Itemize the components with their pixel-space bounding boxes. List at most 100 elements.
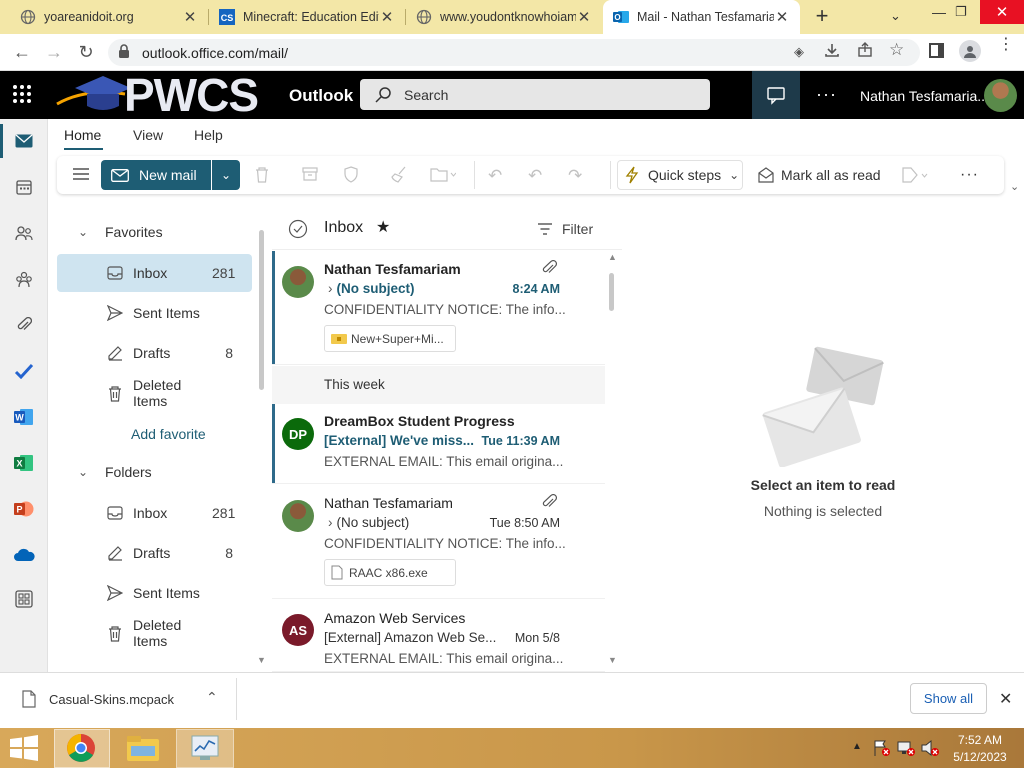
scroll-up-arrow-icon[interactable]: ▲	[608, 252, 617, 262]
window-close-icon[interactable]: ✕	[980, 0, 1024, 24]
select-all-check-icon[interactable]	[288, 219, 308, 242]
message-item[interactable]: Nathan Tesfamariam › (No subject) 8:24 AM…	[272, 251, 605, 365]
folder-inbox[interactable]: Inbox 281	[57, 494, 252, 532]
windows-start-icon[interactable]	[10, 735, 38, 764]
browser-menu-icon[interactable]: ⋮	[998, 37, 1014, 53]
attachment-chip[interactable]: New+Super+Mi...	[324, 325, 456, 352]
attachment-icon[interactable]	[0, 310, 48, 340]
mail-icon[interactable]	[0, 126, 48, 156]
extension-icon[interactable]: ◈	[794, 44, 804, 60]
message-item[interactable]: DP DreamBox Student Progress [External] …	[272, 404, 605, 484]
download-options-chevron-icon[interactable]: ⌃	[206, 689, 218, 706]
message-item[interactable]: Nathan Tesfamariam › (No subject) Tue 8:5…	[272, 485, 605, 599]
quick-steps-button[interactable]: Quick steps ⌄	[617, 160, 743, 190]
more-options-icon[interactable]: ···	[816, 84, 837, 105]
app-launcher-icon[interactable]	[12, 84, 32, 107]
tab-search-chevron-icon[interactable]: ⌄	[890, 8, 901, 24]
delete-icon[interactable]	[254, 166, 270, 187]
folder-sent-items[interactable]: Sent Items	[57, 574, 252, 612]
tab-view[interactable]: View	[133, 127, 163, 143]
action-center-flag-icon[interactable]	[873, 739, 891, 760]
folder-deleted-items[interactable]: Deleted Items	[57, 614, 252, 652]
favorite-sent-items[interactable]: Sent Items	[57, 294, 252, 332]
favorite-inbox[interactable]: Inbox 281	[57, 254, 252, 292]
network-icon[interactable]	[897, 739, 915, 760]
new-tab-plus-icon[interactable]: +	[812, 5, 832, 27]
graduation-cap-logo-icon[interactable]	[55, 74, 133, 119]
forward-arrow-icon[interactable]: →	[40, 38, 68, 66]
onedrive-icon[interactable]	[0, 540, 48, 570]
app-name[interactable]: Outlook	[289, 86, 353, 106]
close-tab-icon[interactable]: ✕	[576, 8, 592, 26]
reply-icon[interactable]: ↶	[488, 166, 502, 186]
forward-icon[interactable]: ↷	[568, 166, 582, 186]
folders-header[interactable]: ⌄ Folders	[78, 464, 152, 480]
user-avatar[interactable]	[984, 79, 1017, 112]
tag-icon[interactable]	[902, 167, 928, 186]
search-box[interactable]: Search	[360, 79, 710, 110]
close-download-bar-icon[interactable]: ✕	[999, 689, 1012, 709]
download-file-name[interactable]: Casual-Skins.mcpack	[49, 692, 174, 707]
taskbar-date[interactable]: 5/12/2023	[950, 750, 1010, 764]
add-favorite-link[interactable]: Add favorite	[131, 426, 206, 442]
powerpoint-icon[interactable]: P	[0, 494, 48, 524]
back-arrow-icon[interactable]: ←	[8, 38, 36, 66]
excel-icon[interactable]: X	[0, 448, 48, 478]
calendar-icon[interactable]	[0, 172, 48, 202]
browser-tab-3[interactable]: www.youdontknowhoiam ✕	[406, 0, 602, 34]
favorites-header[interactable]: ⌄ Favorites	[78, 224, 163, 240]
move-folder-icon[interactable]	[430, 166, 457, 186]
archive-icon[interactable]	[302, 166, 318, 185]
message-list-scrollbar[interactable]	[609, 273, 614, 311]
bookmark-star-icon[interactable]: ☆	[889, 40, 904, 60]
user-name[interactable]: Nathan Tesfamaria...	[860, 88, 989, 104]
word-icon[interactable]: W	[0, 402, 48, 432]
more-apps-icon[interactable]	[0, 584, 48, 614]
tab-help[interactable]: Help	[194, 127, 223, 143]
report-shield-icon[interactable]	[343, 166, 359, 186]
sweep-broom-icon[interactable]	[390, 166, 408, 186]
side-panel-icon[interactable]	[929, 43, 944, 58]
chat-icon[interactable]	[752, 71, 800, 119]
browser-tab-4-active[interactable]: O Mail - Nathan Tesfamariam ✕	[603, 0, 800, 34]
profile-icon[interactable]	[959, 40, 981, 62]
favorite-deleted-items[interactable]: Deleted Items	[57, 374, 252, 412]
favorite-star-icon[interactable]: ★	[376, 217, 390, 237]
minimize-icon[interactable]: —	[932, 4, 946, 20]
hamburger-menu-icon[interactable]	[72, 166, 90, 185]
expand-chevron-icon[interactable]: ›	[328, 515, 333, 530]
expand-chevron-icon[interactable]: ›	[328, 281, 333, 296]
share-icon[interactable]	[857, 42, 873, 61]
folder-drafts[interactable]: Drafts 8	[57, 534, 252, 572]
taskbar-time[interactable]: 7:52 AM	[950, 733, 1010, 747]
volume-icon[interactable]	[921, 739, 939, 760]
scroll-down-arrow-icon[interactable]: ▼	[257, 655, 266, 665]
ribbon-more-icon[interactable]: ···	[960, 166, 979, 184]
install-icon[interactable]	[824, 42, 840, 61]
file-explorer-icon[interactable]	[126, 734, 160, 765]
mark-all-read-button[interactable]: Mark all as read	[758, 160, 881, 183]
lock-icon[interactable]	[118, 44, 130, 61]
scroll-down-arrow-icon[interactable]: ▼	[608, 655, 617, 665]
show-all-button[interactable]: Show all	[910, 683, 987, 714]
close-tab-icon[interactable]: ✕	[182, 8, 198, 26]
browser-tab-1[interactable]: yoareanidoit.org ✕	[10, 0, 208, 34]
close-tab-icon[interactable]: ✕	[379, 8, 395, 26]
groups-icon[interactable]	[0, 264, 48, 294]
people-icon[interactable]	[0, 218, 48, 248]
browser-tab-2[interactable]: CS Minecraft: Education Edition ✕	[209, 0, 405, 34]
attachment-chip[interactable]: RAAC x86.exe	[324, 559, 456, 586]
restore-icon[interactable]: ❐	[955, 4, 967, 20]
close-tab-icon[interactable]: ✕	[774, 8, 790, 26]
folder-pane-scrollbar[interactable]	[259, 230, 264, 390]
ribbon-expand-chevron-icon[interactable]: ⌄	[1010, 180, 1019, 193]
reload-icon[interactable]: ↻	[72, 38, 100, 66]
todo-icon[interactable]	[0, 356, 48, 386]
new-mail-button[interactable]: New mail	[101, 160, 211, 190]
reply-all-icon[interactable]: ↶	[528, 166, 542, 186]
favorite-drafts[interactable]: Drafts 8	[57, 334, 252, 372]
tab-home[interactable]: Home	[64, 127, 101, 143]
new-mail-dropdown-chevron-icon[interactable]: ⌄	[212, 160, 240, 190]
show-hidden-icons-icon[interactable]: ▲	[852, 741, 862, 752]
filter-button[interactable]: Filter	[538, 221, 593, 237]
